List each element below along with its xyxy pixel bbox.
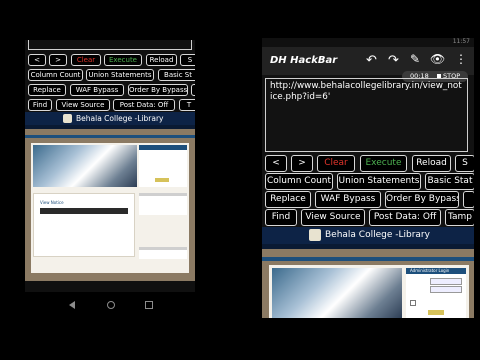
- nav-strip: [262, 257, 474, 261]
- banner-photo: [272, 268, 402, 318]
- view-source-button[interactable]: View Source: [301, 209, 365, 226]
- find-button[interactable]: Find: [28, 99, 52, 111]
- login-heading: Administrator Login: [410, 268, 450, 273]
- right-phone-screen: 11:57 DH HackBar ↶ ↷ ✎ 👁 ⋮ 00:18 STOP ht…: [262, 38, 474, 318]
- app-title: DH HackBar: [270, 55, 338, 66]
- waf-bypass-button[interactable]: WAF Bypass: [70, 84, 124, 96]
- clear-button[interactable]: Clear: [71, 54, 101, 66]
- recents-icon[interactable]: [145, 301, 153, 309]
- order-by-bypass-button[interactable]: Order By Bypass: [128, 84, 188, 96]
- notice-panel: View Notice: [33, 193, 135, 257]
- reload-button[interactable]: Reload: [146, 54, 177, 66]
- site-title: Behala College -Library: [325, 230, 430, 240]
- login-pane: [139, 145, 187, 187]
- union-statements-button[interactable]: Union Statements: [337, 173, 421, 190]
- home-icon[interactable]: [107, 301, 115, 309]
- extra-button[interactable]: [463, 191, 474, 208]
- eye-icon[interactable]: 👁: [430, 52, 445, 66]
- replace-button[interactable]: Replace: [28, 84, 66, 96]
- basic-statements-button[interactable]: Basic Stat: [425, 173, 474, 190]
- execute-button[interactable]: Execute: [104, 54, 142, 66]
- execute-button[interactable]: Execute: [360, 155, 407, 172]
- login-pane: Administrator Login: [406, 268, 466, 318]
- more-button[interactable]: S: [180, 54, 195, 66]
- more-button[interactable]: S: [455, 155, 474, 172]
- view-source-button[interactable]: View Source: [56, 99, 110, 111]
- login-submit[interactable]: [155, 178, 169, 182]
- newsletter-pane: [139, 247, 187, 259]
- page-card: View Notice: [31, 143, 189, 273]
- password-field[interactable]: [430, 286, 462, 293]
- page-card: Administrator Login: [269, 265, 469, 318]
- banner-photo: [33, 145, 137, 187]
- web-page: View Notice: [25, 129, 195, 281]
- reload-button[interactable]: Reload: [412, 155, 451, 172]
- android-nav-bar: [25, 292, 195, 316]
- news-pane: [139, 193, 187, 215]
- status-bar: 11:57: [262, 38, 474, 47]
- next-button[interactable]: >: [49, 54, 67, 66]
- url-input[interactable]: http://www.behalacollegelibrary.in/view_…: [265, 78, 468, 152]
- post-data-button[interactable]: Post Data: Off: [369, 209, 441, 226]
- redo-icon[interactable]: ↷: [388, 53, 399, 68]
- status-time: 11:57: [452, 38, 470, 45]
- prev-button[interactable]: <: [28, 54, 46, 66]
- extra-button[interactable]: [191, 84, 195, 96]
- waf-bypass-button[interactable]: WAF Bypass: [315, 191, 381, 208]
- tamper-button[interactable]: Tamp: [445, 209, 474, 226]
- find-button[interactable]: Find: [265, 209, 297, 226]
- left-phone-screen: < > Clear Execute Reload S Column Count …: [25, 40, 195, 316]
- notice-heading: View Notice: [40, 200, 64, 205]
- edit-icon[interactable]: ✎: [410, 52, 420, 66]
- site-header: Behala College -Library: [25, 112, 195, 125]
- web-page: Administrator Login: [262, 249, 474, 318]
- url-input[interactable]: [28, 40, 192, 50]
- replace-button[interactable]: Replace: [265, 191, 311, 208]
- notice-bar: [40, 208, 128, 214]
- nav-strip: [25, 135, 195, 138]
- column-count-button[interactable]: Column Count: [265, 173, 333, 190]
- college-logo: [63, 114, 72, 123]
- tamper-button[interactable]: T: [179, 99, 195, 111]
- clear-button[interactable]: Clear: [317, 155, 355, 172]
- post-data-button[interactable]: Post Data: Off: [113, 99, 175, 111]
- back-icon[interactable]: [69, 301, 75, 309]
- basic-statements-button[interactable]: Basic St: [158, 69, 195, 81]
- union-statements-button[interactable]: Union Statements: [86, 69, 154, 81]
- prev-button[interactable]: <: [265, 155, 287, 172]
- next-button[interactable]: >: [291, 155, 313, 172]
- url-text: http://www.behalacollegelibrary.in/view_…: [270, 81, 462, 102]
- column-count-button[interactable]: Column Count: [28, 69, 83, 81]
- site-header: Behala College -Library: [262, 227, 474, 244]
- undo-icon[interactable]: ↶: [366, 53, 377, 68]
- college-logo: [309, 229, 321, 241]
- overflow-menu-icon[interactable]: ⋮: [455, 52, 467, 66]
- login-submit[interactable]: [428, 310, 444, 315]
- remember-checkbox[interactable]: [410, 300, 416, 306]
- site-title: Behala College -Library: [76, 114, 164, 123]
- order-by-bypass-button[interactable]: Order By Bypass: [385, 191, 459, 208]
- username-field[interactable]: [430, 278, 462, 285]
